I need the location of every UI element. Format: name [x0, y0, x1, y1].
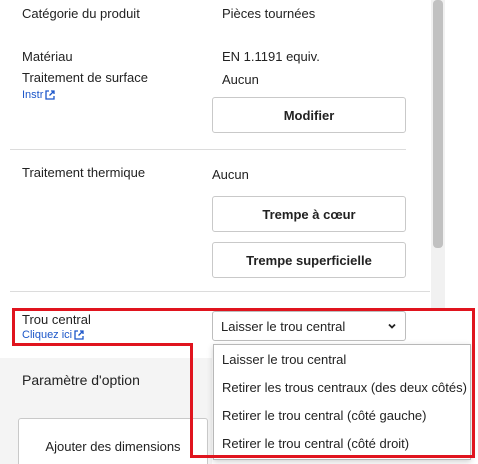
external-link-icon [74, 330, 84, 340]
surface-hardening-button[interactable]: Trempe superficielle [212, 242, 406, 278]
central-hole-option[interactable]: Retirer les trous centraux (des deux côt… [214, 374, 470, 402]
central-hole-select[interactable]: Laisser le trou central [212, 311, 406, 341]
central-hole-link[interactable]: Cliquez ici [22, 328, 84, 342]
add-dimensions-button[interactable]: Ajouter des dimensions [18, 418, 208, 464]
modify-button[interactable]: Modifier [212, 97, 406, 133]
material-value: EN 1.1191 equiv. [222, 49, 320, 64]
thermal-treatment-value: Aucun [212, 167, 249, 182]
central-hole-label: Trou central [22, 312, 91, 327]
external-link-icon [45, 90, 56, 100]
chevron-down-icon [388, 323, 396, 329]
option-section-title: Paramètre d'option [22, 372, 140, 388]
surface-treatment-label: Traitement de surface [22, 70, 148, 85]
central-hole-dropdown[interactable]: Laisser le trou central Retirer les trou… [213, 344, 471, 460]
category-value: Pièces tournées [222, 6, 316, 21]
divider [10, 291, 430, 292]
central-hole-selected-value: Laisser le trou central [221, 318, 346, 334]
central-hole-option[interactable]: Retirer le trou central (côté droit) [214, 430, 470, 458]
surface-treatment-value: Aucun [222, 72, 259, 87]
highlight-connector [12, 343, 193, 346]
central-hole-option[interactable]: Retirer le trou central (côté gauche) [214, 402, 470, 430]
central-hole-option[interactable]: Laisser le trou central [214, 346, 470, 374]
surface-instr-link[interactable]: Instr [22, 88, 56, 102]
through-hardening-button[interactable]: Trempe à cœur [212, 196, 406, 232]
material-label: Matériau [22, 49, 73, 64]
thermal-treatment-label: Traitement thermique [22, 165, 146, 180]
central-hole-link-text[interactable]: Cliquez ici [22, 328, 72, 342]
scrollbar-thumb[interactable] [433, 0, 443, 248]
divider [10, 149, 406, 150]
category-label: Catégorie du produit [22, 6, 140, 21]
surface-instr-link-text[interactable]: Instr [22, 88, 43, 102]
